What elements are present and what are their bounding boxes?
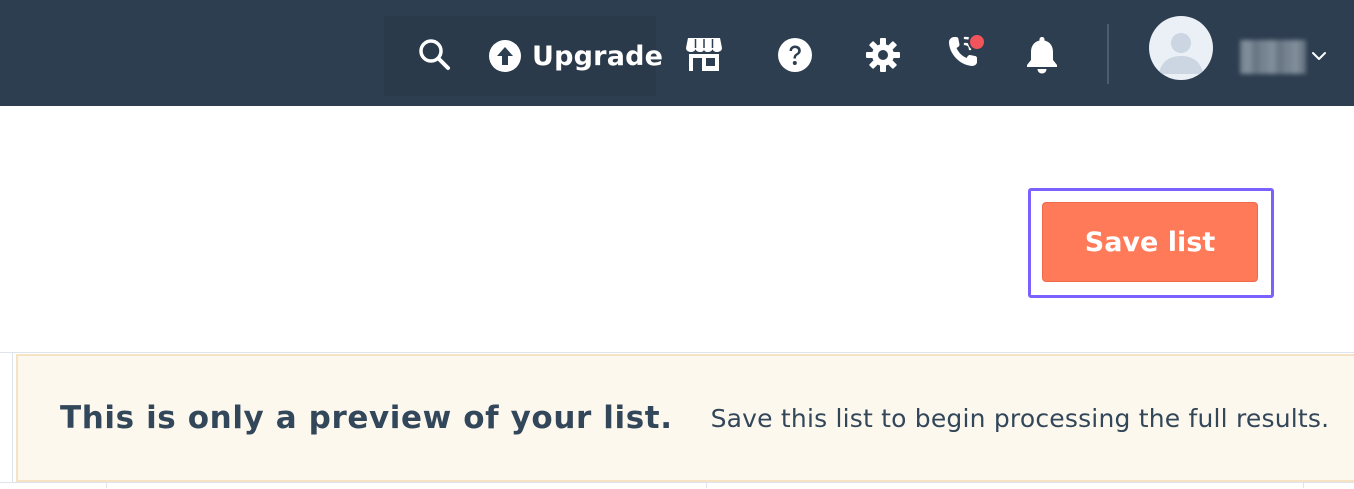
table-column-divider bbox=[106, 482, 107, 488]
calling-icon bbox=[949, 33, 986, 66]
calling-notification-badge bbox=[968, 33, 986, 51]
notifications-icon bbox=[1027, 37, 1057, 74]
account-name-redacted[interactable] bbox=[1240, 40, 1306, 74]
account-menu-toggle[interactable] bbox=[1311, 48, 1327, 69]
search-icon bbox=[419, 39, 450, 70]
calling-button[interactable] bbox=[944, 30, 990, 72]
marketplace-icon bbox=[686, 38, 722, 71]
upgrade-button[interactable]: Upgrade bbox=[488, 36, 663, 76]
topbar-divider bbox=[1107, 24, 1109, 84]
settings-button[interactable] bbox=[862, 34, 904, 76]
notifications-button[interactable] bbox=[1022, 34, 1062, 76]
banner-title: This is only a preview of your list. bbox=[60, 400, 673, 436]
user-silhouette-icon bbox=[1159, 33, 1203, 74]
top-navigation-bar: Upgrade bbox=[0, 0, 1354, 106]
search-button[interactable] bbox=[412, 32, 456, 76]
upgrade-label: Upgrade bbox=[532, 40, 664, 72]
help-icon bbox=[778, 38, 812, 72]
table-column-divider bbox=[706, 482, 707, 488]
banner-text: Save this list to begin processing the f… bbox=[710, 403, 1330, 433]
table-column-divider bbox=[1303, 482, 1304, 488]
marketplace-button[interactable] bbox=[682, 34, 726, 74]
save-list-button[interactable]: Save list bbox=[1042, 202, 1258, 282]
table-top-border bbox=[0, 352, 1354, 353]
table-left-border bbox=[12, 352, 13, 488]
chevron-down-icon bbox=[1312, 52, 1326, 60]
help-button[interactable] bbox=[774, 34, 816, 76]
upgrade-arrow-icon bbox=[489, 40, 521, 72]
preview-banner: This is only a preview of your list. Sav… bbox=[16, 354, 1354, 482]
avatar[interactable] bbox=[1149, 16, 1213, 80]
settings-icon bbox=[866, 38, 900, 72]
